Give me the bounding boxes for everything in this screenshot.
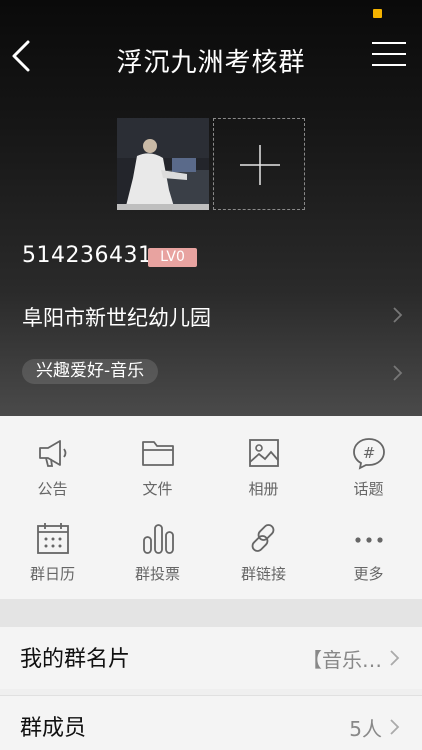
- action-grid: 公告 文件 相册 # 话题 群日历 群投票 群链接 更多: [0, 416, 422, 599]
- folder-icon: [141, 441, 174, 466]
- row-value: 【音乐…: [302, 648, 382, 672]
- topics-button[interactable]: # 话题: [316, 436, 421, 516]
- hashtag-icon: #: [352, 438, 385, 470]
- group-photo[interactable]: [117, 118, 209, 210]
- calendar-button[interactable]: 群日历: [0, 521, 105, 601]
- status-indicator: [373, 9, 382, 18]
- action-label: 文件: [142, 480, 173, 498]
- group-location[interactable]: 阜阳市新世纪幼儿园: [22, 302, 211, 332]
- more-icon: [354, 537, 383, 543]
- chevron-right-icon: [393, 307, 403, 323]
- files-button[interactable]: 文件: [105, 436, 210, 516]
- add-photo-button[interactable]: [213, 118, 305, 210]
- action-label: 相册: [248, 480, 279, 498]
- svg-text:#: #: [362, 444, 375, 462]
- photo-album-icon: [248, 439, 279, 467]
- menu-icon: [372, 42, 406, 44]
- vote-icon: [142, 524, 174, 554]
- action-label: 话题: [353, 480, 384, 498]
- action-label: 群投票: [134, 565, 180, 583]
- row-label: 群成员: [20, 716, 87, 741]
- action-label: 群链接: [240, 565, 286, 583]
- album-button[interactable]: 相册: [211, 436, 316, 516]
- page-title: 浮沉九洲考核群: [116, 48, 306, 78]
- plus-icon: [240, 145, 280, 185]
- more-button[interactable]: 更多: [316, 521, 421, 601]
- group-header: 浮沉九洲考核群 514236431 LV0 阜阳市新世纪幼儿园 兴趣爱好-音乐: [0, 0, 422, 416]
- action-label: 公告: [37, 480, 68, 498]
- chevron-right-icon: [390, 650, 400, 666]
- menu-button[interactable]: [372, 42, 406, 70]
- vote-button[interactable]: 群投票: [105, 521, 210, 601]
- row-value: 5人: [349, 717, 382, 741]
- chevron-right-icon: [393, 365, 403, 381]
- link-icon: [251, 524, 274, 552]
- megaphone-icon: [38, 440, 66, 467]
- action-label: 更多: [353, 565, 384, 583]
- calendar-icon: [36, 523, 69, 554]
- level-badge: LV0: [148, 248, 197, 267]
- row-label: 我的群名片: [20, 647, 131, 672]
- chevron-right-icon: [390, 719, 400, 735]
- group-photo-image: [117, 118, 209, 210]
- announcement-button[interactable]: 公告: [0, 436, 105, 516]
- section-divider: [0, 599, 422, 627]
- my-group-card-row[interactable]: 我的群名片 【音乐…: [0, 627, 422, 689]
- group-link-button[interactable]: 群链接: [211, 521, 316, 601]
- group-tag[interactable]: 兴趣爱好-音乐: [22, 359, 159, 384]
- group-members-row[interactable]: 群成员 5人: [0, 696, 422, 750]
- action-label: 群日历: [29, 565, 75, 583]
- group-number: 514236431: [22, 243, 153, 268]
